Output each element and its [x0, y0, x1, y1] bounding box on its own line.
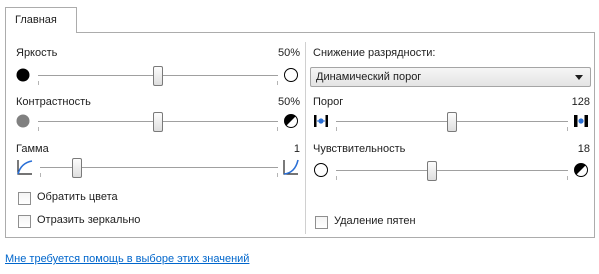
- column-divider: [305, 42, 306, 234]
- contrast-slider-thumb[interactable]: [153, 112, 163, 132]
- gamma-label: Гамма: [16, 143, 49, 155]
- brightness-value: 50%: [277, 47, 300, 59]
- half-circle-icon: [574, 163, 588, 177]
- invert-colors-checkbox[interactable]: [18, 192, 31, 205]
- white-circle-icon: [314, 163, 328, 177]
- sensitivity-slider-thumb[interactable]: [427, 161, 437, 181]
- white-circle-icon: [284, 68, 298, 82]
- threshold-value: 128: [571, 96, 590, 108]
- gamma-curve-icon: [17, 160, 33, 175]
- bit-depth-select-value: Динамический порог: [316, 71, 422, 83]
- threshold-slider-thumb[interactable]: [447, 112, 457, 132]
- threshold-label: Порог: [313, 96, 344, 108]
- main-panel: [5, 32, 595, 238]
- threshold-high-icon: [574, 115, 588, 127]
- tab-main-label: Главная: [15, 14, 57, 26]
- sensitivity-label: Чувствительность: [313, 143, 406, 155]
- half-circle-icon: [284, 114, 298, 128]
- gamma-value: 1: [293, 143, 300, 155]
- brightness-label: Яркость: [16, 47, 58, 59]
- invert-colors-label[interactable]: Обратить цвета: [37, 191, 118, 203]
- contrast-label: Контрастность: [16, 96, 91, 108]
- black-circle-icon: [16, 68, 30, 82]
- gamma-curve-high-icon: [283, 159, 299, 175]
- mirror-checkbox[interactable]: [18, 215, 31, 228]
- sensitivity-value: 18: [577, 143, 590, 155]
- mirror-label[interactable]: Отразить зеркально: [37, 214, 140, 226]
- help-link[interactable]: Мне требуется помощь в выборе этих значе…: [5, 253, 249, 265]
- bit-depth-select[interactable]: Динамический порог: [310, 67, 591, 87]
- tab-main[interactable]: Главная: [5, 7, 77, 33]
- brightness-slider-thumb[interactable]: [153, 66, 163, 86]
- threshold-low-icon: [314, 115, 328, 127]
- bit-depth-label: Снижение разрядности:: [313, 47, 436, 59]
- gamma-slider-thumb[interactable]: [72, 158, 82, 178]
- gray-circle-icon: [16, 114, 30, 128]
- sensitivity-slider-ticks: [336, 176, 568, 180]
- sensitivity-slider-track[interactable]: [336, 170, 568, 171]
- despeckle-label[interactable]: Удаление пятен: [334, 215, 416, 227]
- despeckle-checkbox[interactable]: [315, 216, 328, 229]
- chevron-down-icon: [575, 75, 583, 80]
- contrast-value: 50%: [277, 96, 300, 108]
